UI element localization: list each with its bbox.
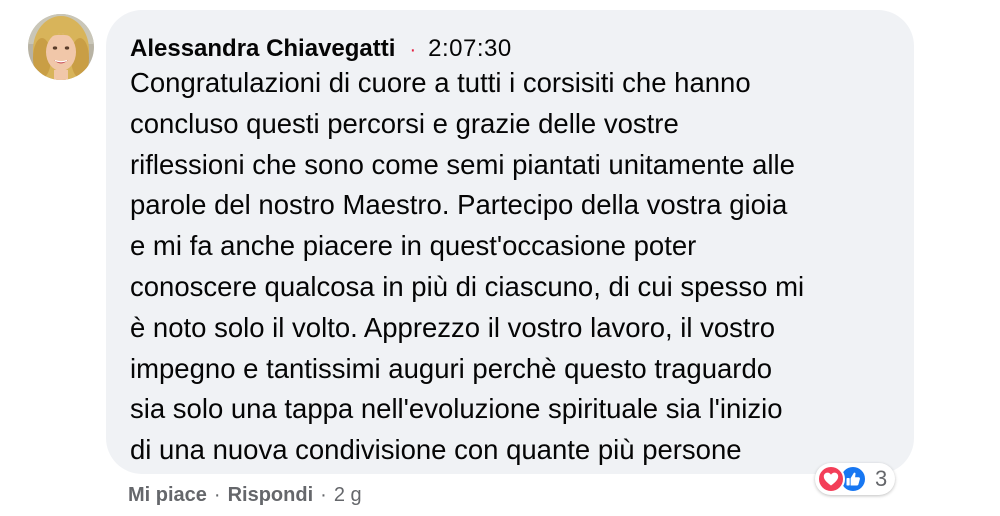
avatar[interactable] xyxy=(28,14,94,80)
comment-header: Alessandra Chiavegatti · 2:07:30 xyxy=(130,34,512,64)
header-separator: · xyxy=(409,38,417,61)
comment: Alessandra Chiavegatti · 2:07:30 Congrat… xyxy=(0,0,1000,516)
reply-button[interactable]: Rispondi xyxy=(228,484,314,507)
comment-timestamp[interactable]: 2:07:30 xyxy=(428,35,512,63)
like-button[interactable]: Mi piace xyxy=(128,484,207,507)
avatar-image xyxy=(28,14,94,80)
comment-actions: Mi piace · Rispondi · 2 g xyxy=(128,482,362,508)
reactions-badge[interactable]: 3 xyxy=(815,463,896,495)
reaction-count: 3 xyxy=(875,466,888,491)
comment-age[interactable]: 2 g xyxy=(334,484,362,507)
author-name[interactable]: Alessandra Chiavegatti xyxy=(130,35,395,63)
comment-text: Congratulazioni di cuore a tutti i corsi… xyxy=(130,67,805,466)
love-icon xyxy=(817,465,845,493)
comment-bubble: Alessandra Chiavegatti · 2:07:30 Congrat… xyxy=(106,10,914,474)
action-separator: · xyxy=(213,483,221,506)
action-separator: · xyxy=(320,483,327,506)
